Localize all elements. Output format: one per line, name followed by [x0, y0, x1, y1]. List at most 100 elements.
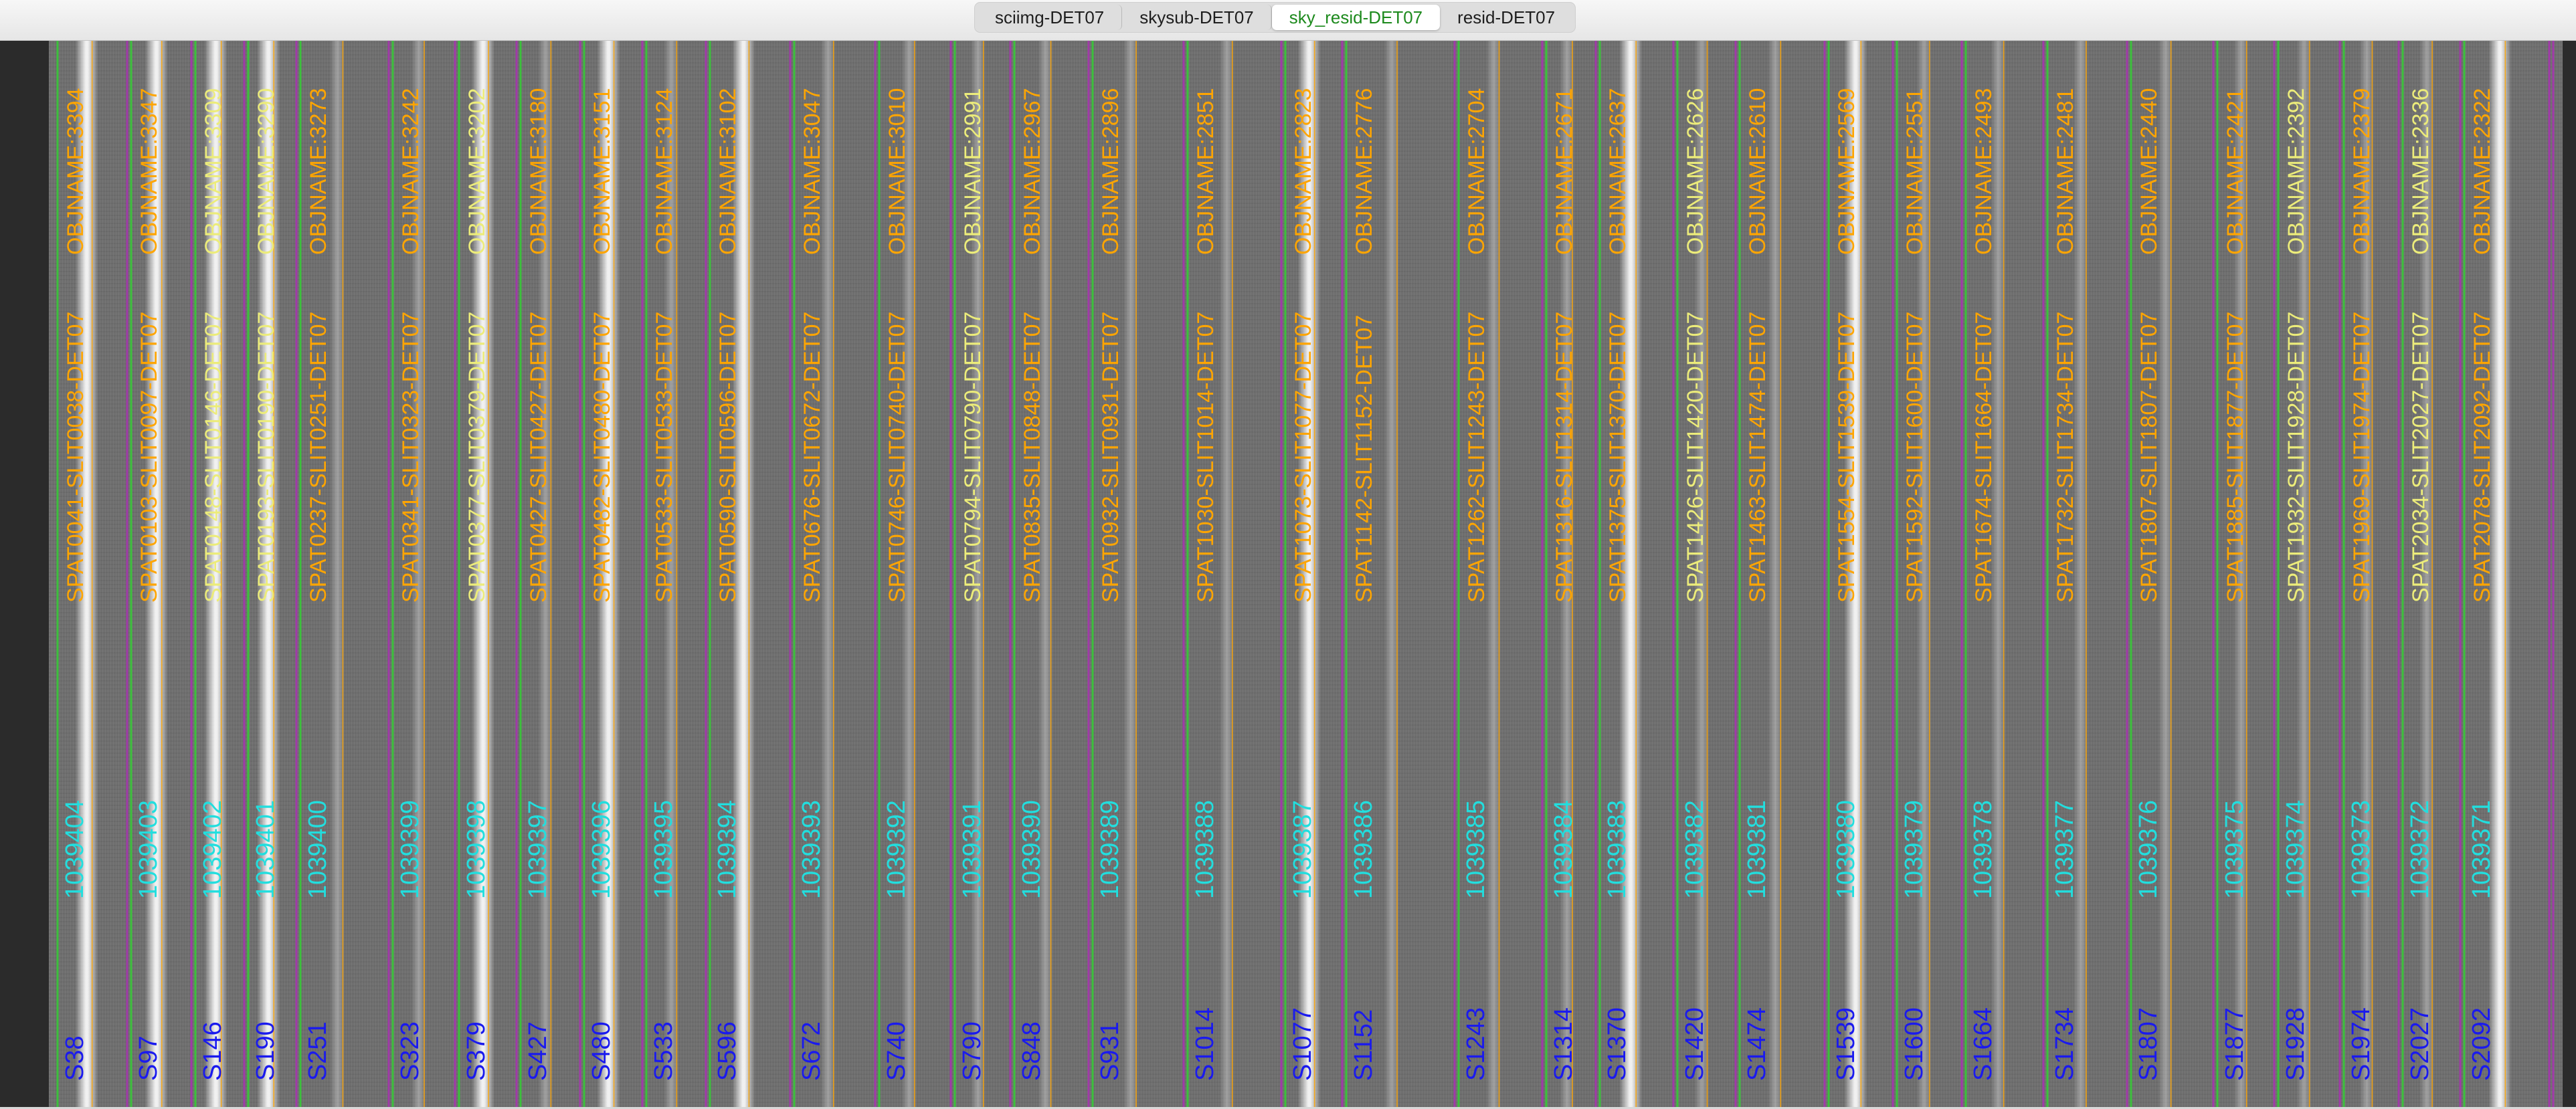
slit-id-label: 1039401	[252, 800, 280, 899]
slit-name-label: SPAT1463-SLIT1474-DET07	[1745, 312, 1770, 603]
object-name-label: OBJNAME:3102	[715, 88, 741, 255]
tab-skysub-det07[interactable]: skysub-DET07	[1122, 5, 1272, 30]
spat-label: S2027	[2406, 1007, 2434, 1081]
slit-id-label: 1039383	[1603, 800, 1631, 899]
spat-label: S848	[1018, 1021, 1046, 1081]
object-name-label: OBJNAME:3151	[589, 88, 615, 255]
object-name-label: OBJNAME:3202	[464, 88, 490, 255]
slit-name-label: SPAT1030-SLIT1014-DET07	[1193, 312, 1218, 603]
object-name-label: OBJNAME:2967	[1020, 88, 1045, 255]
slit-id-label: 1039380	[1832, 800, 1860, 899]
slit-name-label: SPAT0676-SLIT0672-DET07	[800, 312, 825, 603]
slit-id-label: 1039393	[798, 800, 826, 899]
object-name-label: OBJNAME:2336	[2408, 88, 2433, 255]
slit-name-label: SPAT0237-SLIT0251-DET07	[306, 312, 331, 603]
tab-sciimg-det07[interactable]: sciimg-DET07	[978, 5, 1123, 30]
object-name-label: OBJNAME:2823	[1291, 88, 1316, 255]
slit-name-label: SPAT1969-SLIT1974-DET07	[2349, 312, 2375, 603]
object-name-label: OBJNAME:2481	[2053, 88, 2078, 255]
spat-label: S1243	[1462, 1007, 1490, 1081]
object-name-label: OBJNAME:2626	[1683, 88, 1708, 255]
slit-id-label: 1039387	[1289, 800, 1317, 899]
object-name-label: OBJNAME:2896	[1098, 88, 1123, 255]
object-name-label: OBJNAME:2671	[1552, 88, 1577, 255]
slit-id-label: 1039394	[713, 800, 741, 899]
slit-name-label: SPAT0533-SLIT0533-DET07	[652, 312, 677, 603]
slit-id-label: 1039385	[1462, 800, 1490, 899]
slit-name-label: SPAT1807-SLIT1807-DET07	[2136, 312, 2162, 603]
slit-id-label: 1039382	[1681, 800, 1709, 899]
spat-label: S1600	[1900, 1007, 1928, 1081]
slit-name-label: SPAT0590-SLIT0596-DET07	[715, 312, 741, 603]
slit-id-label: 1039398	[462, 800, 490, 899]
slit-name-label: SPAT0746-SLIT0740-DET07	[885, 312, 910, 603]
slit-id-label: 1039376	[2134, 800, 2163, 899]
slit-id-label: 1039384	[1550, 800, 1578, 899]
spat-label: S1734	[2051, 1007, 2079, 1081]
tab-resid-det07[interactable]: resid-DET07	[1440, 5, 1572, 30]
slit-name-label: SPAT0148-SLIT0146-DET07	[201, 312, 226, 603]
slit-id-label: 1039373	[2347, 800, 2375, 899]
slit-id-label: 1039381	[1743, 800, 1771, 899]
slit-id-label: 1039389	[1096, 800, 1124, 899]
spat-label: S672	[798, 1021, 826, 1081]
object-name-label: OBJNAME:3309	[201, 88, 226, 255]
object-name-label: OBJNAME:3180	[526, 88, 551, 255]
slit-id-label: 1039386	[1350, 800, 1378, 899]
spat-label: S1077	[1289, 1007, 1317, 1081]
tab-sky-resid-det07[interactable]: sky_resid-DET07	[1271, 5, 1441, 30]
object-name-label: OBJNAME:3273	[306, 88, 331, 255]
spat-label: S2092	[2468, 1007, 2496, 1081]
slit-name-label: SPAT0341-SLIT0323-DET07	[398, 312, 424, 603]
slit-id-label: 1039377	[2051, 800, 2079, 899]
slit-name-label: SPAT1426-SLIT1420-DET07	[1683, 312, 1708, 603]
spat-label: S480	[587, 1021, 616, 1081]
slit-name-label: SPAT2078-SLIT2092-DET07	[2470, 312, 2495, 603]
spectral-image-frame[interactable]: SPAT0041-SLIT0038-DET07 OBJNAME:3394 10394…	[49, 41, 2563, 1107]
slit-name-label: SPAT0932-SLIT0931-DET07	[1098, 312, 1123, 603]
spat-label: S1928	[2282, 1007, 2310, 1081]
spat-label: S596	[713, 1021, 741, 1081]
slit-id-label: 1039403	[134, 800, 163, 899]
spat-label: S379	[462, 1021, 490, 1081]
object-name-label: OBJNAME:2704	[1464, 88, 1489, 255]
spat-label: S1664	[1969, 1007, 1997, 1081]
slit-id-label: 1039397	[524, 800, 552, 899]
slit-name-label: SPAT0482-SLIT0480-DET07	[589, 312, 615, 603]
object-name-label: OBJNAME:3047	[800, 88, 825, 255]
object-name-label: OBJNAME:2440	[2136, 88, 2162, 255]
slit-name-label: SPAT1262-SLIT1243-DET07	[1464, 312, 1489, 603]
slit-id-label: 1039374	[2282, 800, 2310, 899]
spat-label: S1974	[2347, 1007, 2375, 1081]
object-name-label: OBJNAME:2991	[960, 88, 986, 255]
slit-name-label: SPAT1592-SLIT1600-DET07	[1902, 312, 1928, 603]
spat-label: S190	[252, 1021, 280, 1081]
spat-label: S1420	[1681, 1007, 1709, 1081]
slit-name-label: SPAT0103-SLIT0097-DET07	[136, 312, 162, 603]
slit-id-label: 1039404	[61, 800, 89, 899]
slit-name-label: SPAT1073-SLIT1077-DET07	[1291, 312, 1316, 603]
slit-id-label: 1039392	[883, 800, 911, 899]
object-name-label: OBJNAME:2569	[1834, 88, 1859, 255]
slit-id-label: 1039371	[2468, 800, 2496, 899]
image-viewer[interactable]: SPAT0041-SLIT0038-DET07 OBJNAME:3394 10394…	[0, 41, 2576, 1107]
slit-id-label: 1039396	[587, 800, 616, 899]
viewer-toolbar: sciimg-DET07 skysub-DET07 sky_resid-DET07 r…	[0, 0, 2576, 41]
slit-id-label: 1039399	[396, 800, 424, 899]
slit-name-label: SPAT1554-SLIT1539-DET07	[1834, 312, 1859, 603]
object-name-label: OBJNAME:2421	[2223, 88, 2248, 255]
spat-label: S1314	[1550, 1007, 1578, 1081]
slit-name-label: SPAT1316-SLIT1314-DET07	[1552, 312, 1577, 603]
slit-id-label: 1039378	[1969, 800, 1997, 899]
spat-label: S251	[304, 1021, 332, 1081]
object-name-label: OBJNAME:2637	[1605, 88, 1631, 255]
slit-name-label: SPAT1375-SLIT1370-DET07	[1605, 312, 1631, 603]
spat-label: S533	[650, 1021, 678, 1081]
slit-name-label: SPAT1885-SLIT1877-DET07	[2223, 312, 2248, 603]
object-name-label: OBJNAME:2610	[1745, 88, 1770, 255]
slit-name-label: SPAT1732-SLIT1734-DET07	[2053, 312, 2078, 603]
spat-label: S1152	[1350, 1009, 1378, 1081]
slit-name-label: SPAT1142-SLIT1152-DET07	[1352, 315, 1377, 603]
spat-label: S1807	[2134, 1007, 2163, 1081]
spat-label: S1539	[1832, 1007, 1860, 1081]
